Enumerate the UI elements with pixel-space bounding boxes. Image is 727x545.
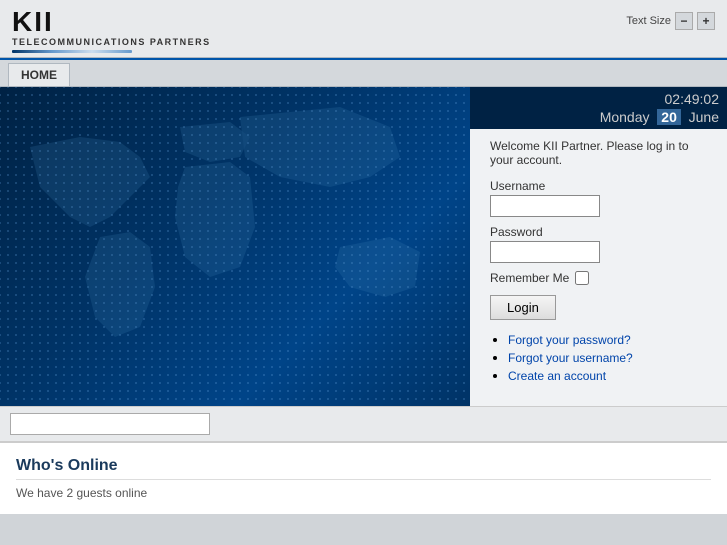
- whos-online-title: Who's Online: [16, 457, 711, 480]
- whos-online-section: Who's Online We have 2 guests online: [0, 442, 727, 514]
- username-label: Username: [490, 179, 707, 193]
- password-group: Password: [490, 225, 707, 263]
- username-input[interactable]: [490, 195, 600, 217]
- password-label: Password: [490, 225, 707, 239]
- logo-underline: [12, 50, 132, 53]
- text-size-decrease-button[interactable]: −: [675, 12, 693, 30]
- map-side: [0, 87, 470, 406]
- text-size-area: Text Size − +: [626, 12, 715, 30]
- remember-me-row: Remember Me: [490, 271, 707, 285]
- logo-kii: KII: [12, 8, 211, 36]
- day-number: 20: [657, 109, 681, 125]
- text-size-increase-button[interactable]: +: [697, 12, 715, 30]
- header: KII TELECOMMUNICATIONS PARTNERS Text Siz…: [0, 0, 727, 58]
- remember-me-checkbox[interactable]: [575, 271, 589, 285]
- world-map-svg: [0, 87, 470, 377]
- page-wrapper: KII TELECOMMUNICATIONS PARTNERS Text Siz…: [0, 0, 727, 514]
- day-name: Monday: [600, 109, 650, 125]
- main-content: 02:49:02 Monday 20 June Welcome KII Part…: [0, 87, 727, 406]
- username-group: Username: [490, 179, 707, 217]
- create-account-item: Create an account: [508, 368, 707, 383]
- login-panel: 02:49:02 Monday 20 June Welcome KII Part…: [470, 87, 727, 406]
- nav-bar: HOME: [0, 58, 727, 87]
- date-display: Monday 20 June: [478, 109, 719, 125]
- links-list: Forgot your password? Forgot your userna…: [490, 332, 707, 383]
- month-name: June: [689, 109, 719, 125]
- whos-online-message: We have 2 guests online: [16, 486, 711, 500]
- remember-me-label: Remember Me: [490, 271, 569, 285]
- forgot-username-link[interactable]: Forgot your username?: [508, 351, 633, 365]
- search-input[interactable]: [10, 413, 210, 435]
- time-display: 02:49:02: [478, 91, 719, 107]
- text-size-label: Text Size: [626, 15, 671, 27]
- search-bar-area: [0, 406, 727, 442]
- welcome-message: Welcome KII Partner. Please log in to yo…: [490, 139, 707, 167]
- logo-area: KII TELECOMMUNICATIONS PARTNERS: [12, 8, 211, 53]
- logo-tagline: TELECOMMUNICATIONS PARTNERS: [12, 37, 211, 47]
- nav-tab-home[interactable]: HOME: [8, 63, 70, 86]
- forgot-username-item: Forgot your username?: [508, 350, 707, 365]
- create-account-link[interactable]: Create an account: [508, 369, 606, 383]
- datetime-bar: 02:49:02 Monday 20 June: [470, 87, 727, 129]
- password-input[interactable]: [490, 241, 600, 263]
- forgot-password-item: Forgot your password?: [508, 332, 707, 347]
- login-button[interactable]: Login: [490, 295, 556, 320]
- forgot-password-link[interactable]: Forgot your password?: [508, 333, 631, 347]
